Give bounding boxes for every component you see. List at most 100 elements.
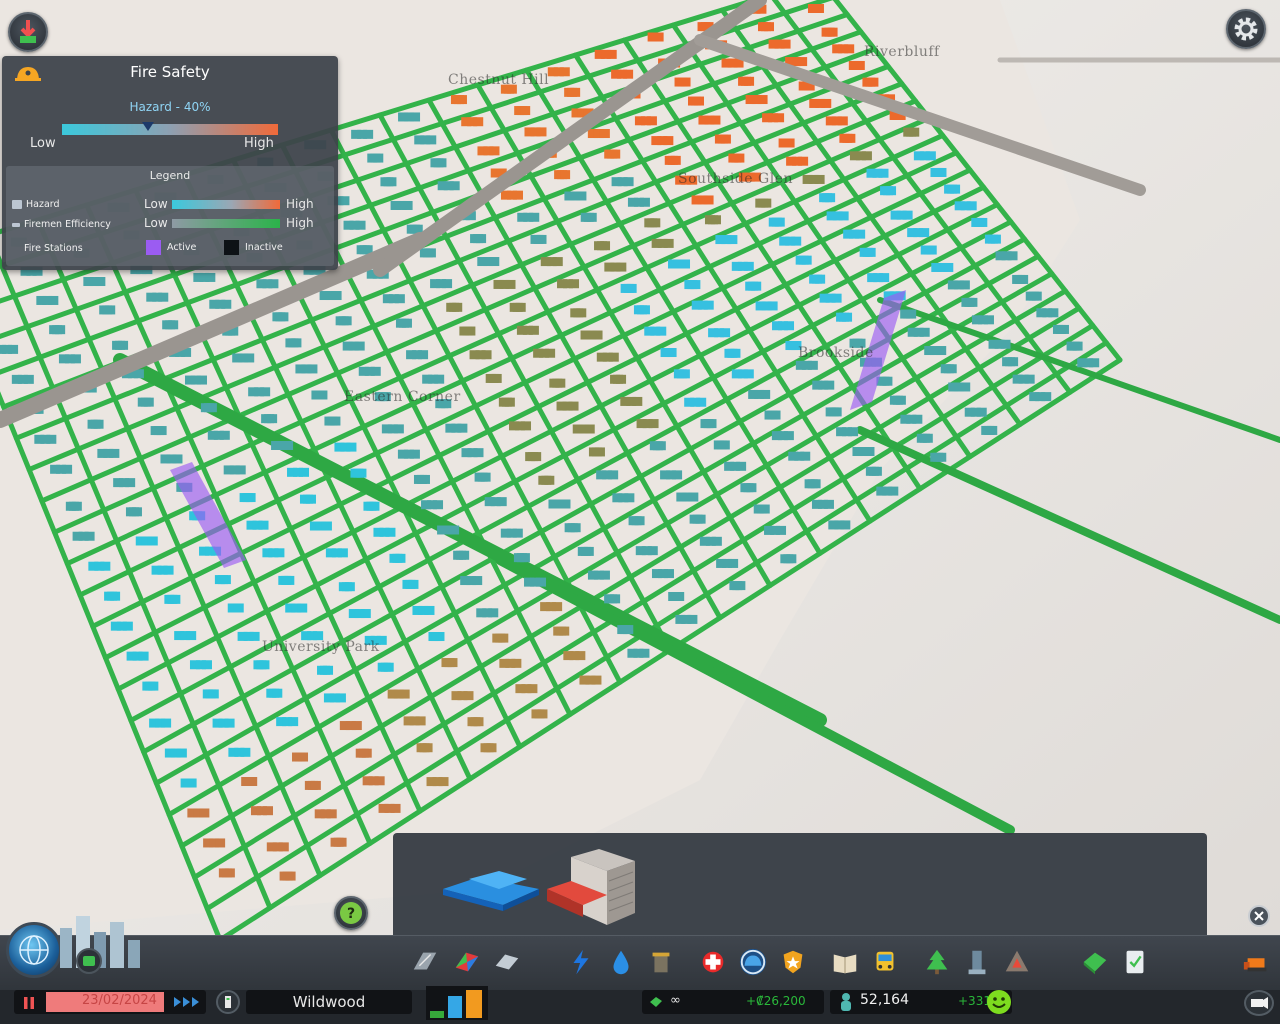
building[interactable]: [145, 681, 156, 691]
building[interactable]: [639, 648, 650, 658]
building[interactable]: [224, 718, 235, 728]
building[interactable]: [663, 136, 674, 146]
building[interactable]: [219, 430, 230, 440]
building[interactable]: [370, 153, 381, 163]
building[interactable]: [1024, 374, 1035, 384]
building[interactable]: [639, 197, 650, 207]
building[interactable]: [653, 32, 664, 42]
building[interactable]: [272, 688, 283, 698]
building[interactable]: [648, 419, 659, 429]
building[interactable]: [275, 312, 286, 322]
district-label-brookside[interactable]: Brookside: [798, 345, 874, 361]
building[interactable]: [567, 87, 578, 97]
building[interactable]: [385, 527, 396, 537]
tool-police-button[interactable]: [776, 945, 810, 979]
building[interactable]: [688, 492, 699, 502]
building[interactable]: [966, 201, 977, 211]
building[interactable]: [172, 454, 183, 464]
building[interactable]: [576, 308, 587, 318]
building[interactable]: [221, 868, 232, 878]
building[interactable]: [410, 112, 421, 122]
building[interactable]: [743, 261, 754, 271]
building[interactable]: [183, 778, 194, 788]
tool-bulldozer-button[interactable]: [1240, 945, 1274, 979]
building[interactable]: [855, 229, 866, 239]
building[interactable]: [624, 493, 635, 503]
building[interactable]: [734, 153, 745, 163]
building[interactable]: [919, 327, 930, 337]
building[interactable]: [158, 292, 169, 302]
building[interactable]: [374, 776, 385, 786]
building[interactable]: [170, 594, 181, 604]
building[interactable]: [256, 660, 267, 670]
building[interactable]: [607, 149, 618, 159]
building[interactable]: [607, 594, 618, 604]
building[interactable]: [203, 403, 214, 413]
tool-monuments-button[interactable]: [960, 945, 994, 979]
building[interactable]: [1089, 358, 1100, 368]
building[interactable]: [936, 452, 947, 462]
building[interactable]: [974, 217, 985, 227]
building[interactable]: [623, 177, 634, 187]
building[interactable]: [147, 536, 158, 546]
building[interactable]: [687, 280, 698, 290]
building[interactable]: [823, 499, 834, 509]
building[interactable]: [402, 200, 413, 210]
building[interactable]: [383, 662, 394, 672]
building[interactable]: [249, 631, 260, 641]
building[interactable]: [960, 382, 971, 392]
building[interactable]: [465, 326, 476, 336]
building[interactable]: [520, 106, 531, 116]
building[interactable]: [886, 186, 897, 196]
building[interactable]: [903, 309, 914, 319]
building[interactable]: [288, 717, 299, 727]
building[interactable]: [333, 837, 344, 847]
building[interactable]: [902, 210, 913, 220]
building[interactable]: [1007, 251, 1018, 261]
building[interactable]: [244, 353, 255, 363]
building[interactable]: [831, 407, 842, 417]
building[interactable]: [575, 651, 586, 661]
building[interactable]: [285, 871, 296, 881]
tool-policies-button[interactable]: [1118, 945, 1152, 979]
building[interactable]: [519, 553, 530, 563]
building[interactable]: [205, 272, 216, 282]
building[interactable]: [757, 95, 768, 105]
building[interactable]: [950, 184, 961, 194]
building[interactable]: [919, 433, 930, 443]
building[interactable]: [431, 632, 442, 642]
building[interactable]: [672, 470, 683, 480]
building[interactable]: [392, 553, 403, 563]
building[interactable]: [422, 743, 433, 753]
building[interactable]: [815, 274, 826, 284]
building[interactable]: [23, 374, 34, 384]
building[interactable]: [337, 548, 348, 558]
building[interactable]: [320, 665, 331, 675]
game-viewport[interactable]: Chestnut Hill Riverbluff Southside Glen …: [0, 0, 1280, 1024]
building[interactable]: [511, 658, 522, 668]
building[interactable]: [784, 321, 795, 331]
building[interactable]: [912, 414, 923, 424]
building[interactable]: [401, 318, 412, 328]
building[interactable]: [463, 691, 474, 701]
building[interactable]: [534, 709, 545, 719]
building[interactable]: [456, 550, 467, 560]
building[interactable]: [100, 561, 111, 571]
building[interactable]: [122, 621, 133, 631]
building[interactable]: [161, 718, 172, 728]
building[interactable]: [247, 777, 258, 787]
building[interactable]: [512, 528, 523, 538]
building[interactable]: [267, 414, 278, 424]
building[interactable]: [536, 234, 547, 244]
building[interactable]: [360, 609, 371, 619]
building[interactable]: [297, 603, 308, 613]
building[interactable]: [505, 279, 516, 289]
building[interactable]: [569, 279, 580, 289]
building[interactable]: [425, 248, 436, 258]
building[interactable]: [583, 546, 594, 556]
building[interactable]: [62, 464, 73, 474]
district-label-university-park[interactable]: University Park: [262, 639, 380, 655]
building[interactable]: [1000, 339, 1011, 349]
building[interactable]: [399, 689, 410, 699]
building[interactable]: [976, 407, 987, 417]
